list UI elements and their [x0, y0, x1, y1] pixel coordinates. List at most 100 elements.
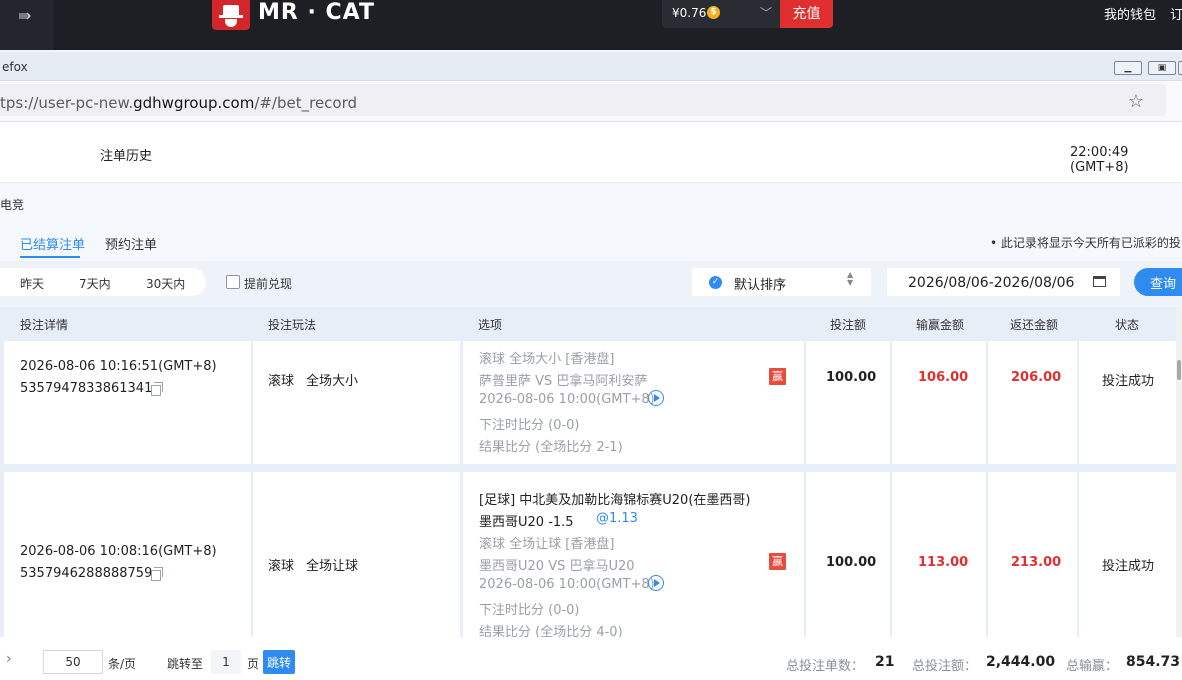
collapse-menu-icon[interactable]: ⇛	[18, 6, 31, 25]
stake-amount: 100.00	[826, 370, 877, 385]
play-market: 全场大小	[306, 374, 359, 389]
play-market: 全场让球	[306, 559, 359, 574]
records-notice: • 此记录将显示今天所有已派彩的投	[990, 236, 1181, 250]
col-play: 投注玩法	[268, 318, 317, 332]
stake-amount: 100.00	[826, 555, 877, 570]
bet-time: 2026-08-06 10:08:16(GMT+8)	[20, 544, 217, 559]
brand-logo-icon	[212, 0, 250, 30]
total-stake-value: 2,444.00	[986, 654, 1056, 670]
option-pick: 墨西哥U20 -1.5	[479, 515, 574, 530]
page-unit-label: 页	[247, 657, 260, 671]
col-winloss: 输赢金额	[916, 318, 965, 332]
query-button[interactable]: 查询	[1134, 268, 1182, 296]
wallet-link[interactable]: 我的钱包	[1104, 4, 1156, 23]
col-options: 选项	[478, 318, 503, 332]
tab-settled-bets[interactable]: 已结算注单	[20, 234, 85, 253]
bookmark-star-icon[interactable]: ☆	[1128, 91, 1144, 112]
copy-icon[interactable]	[151, 382, 163, 396]
active-tab-underline	[20, 256, 80, 258]
col-refund: 返还金额	[1010, 318, 1059, 332]
per-page-label: 条/页	[108, 657, 137, 671]
order-number: 5357946288888759	[20, 566, 153, 581]
sort-select[interactable]: ✓ 默认排序 ▲ ▼	[692, 268, 871, 296]
goto-page-input[interactable]: 1	[211, 650, 241, 674]
recharge-button[interactable]: 充值	[780, 0, 833, 28]
sort-arrows-icon: ▲ ▼	[847, 270, 854, 287]
page-header: 注单历史 22:00:49 (GMT+8)	[0, 122, 1182, 183]
table-scrollbar[interactable]	[1176, 307, 1182, 637]
total-winloss-value: 854.73	[1126, 654, 1181, 670]
bet-status: 投注成功	[1102, 559, 1155, 574]
minimize-button[interactable]: ▁	[1114, 61, 1142, 75]
balance-dropdown[interactable]: ¥0.76 $ ﹀	[662, 0, 780, 28]
brand-name: MR · CAT	[258, 0, 375, 25]
chevron-down-icon: ﹀	[760, 6, 773, 20]
option-teams: 墨西哥U20 VS 巴拿马U20	[479, 559, 635, 574]
goto-label: 跳转至	[167, 657, 204, 671]
option-odds: @1.13	[596, 511, 638, 526]
scrollbar-thumb[interactable]	[1177, 360, 1181, 380]
browser-window-title: efox	[2, 60, 28, 74]
chevron-right-icon[interactable]: ›	[6, 651, 12, 667]
play-video-icon[interactable]	[648, 575, 664, 591]
total-count-value: 21	[875, 654, 895, 670]
play-video-icon[interactable]	[648, 390, 664, 406]
minimize-icon: ▁	[1124, 63, 1132, 73]
play-type: 滚球	[268, 559, 295, 574]
total-count-label: 总投注单数：	[786, 659, 865, 674]
bet-time: 2026-08-06 10:16:51(GMT+8)	[20, 359, 217, 374]
server-clock: 22:00:49 (GMT+8)	[1070, 145, 1129, 175]
total-winloss-label: 总输赢：	[1066, 659, 1119, 674]
range-30-days[interactable]: 30天内	[146, 275, 185, 292]
bet-status: 投注成功	[1102, 374, 1155, 389]
restore-button[interactable]: ▣	[1148, 61, 1176, 75]
sort-label: 默认排序	[734, 278, 787, 293]
option-league: [足球] 中北美及加勒比海锦标赛U20(在墨西哥)	[479, 493, 751, 508]
option-teams: 萨普里萨 VS 巴拿马阿利安萨	[479, 374, 648, 389]
winloss-amount: 113.00	[918, 555, 969, 570]
date-range-picker[interactable]: 2026/08/06-2026/08/06	[887, 268, 1120, 296]
range-yesterday[interactable]: 昨天	[20, 275, 44, 292]
total-stake-label: 总投注额：	[912, 659, 978, 674]
address-field[interactable]: tps://user-pc-new.gdhwgroup.com/#/bet_re…	[0, 84, 1166, 116]
early-cashout-label[interactable]: 提前兑现	[244, 275, 292, 292]
col-stake: 投注额	[830, 318, 867, 332]
category-esports[interactable]: 电竞	[0, 196, 24, 213]
col-status: 状态	[1115, 318, 1140, 332]
option-score-at-bet: 下注时比分 (0-0)	[479, 418, 580, 433]
range-7-days[interactable]: 7天内	[79, 275, 111, 292]
refund-amount: 206.00	[1011, 370, 1062, 385]
early-cashout-checkbox[interactable]	[226, 275, 240, 289]
option-market: 滚球 全场大小 [香港盘]	[479, 352, 615, 367]
col-detail: 投注详情	[20, 318, 69, 332]
table-header	[0, 307, 1176, 341]
balance-amount: ¥0.76	[672, 6, 707, 20]
browser-titlebar: efox ▁ ▣	[0, 52, 1182, 81]
option-match-time: 2026-08-06 10:00(GMT+8)	[479, 577, 655, 592]
order-number: 5357947833861341	[20, 381, 153, 396]
copy-icon[interactable]	[151, 567, 163, 581]
option-match-time: 2026-08-06 10:00(GMT+8)	[479, 392, 655, 407]
tab-reserved-bets[interactable]: 预约注单	[105, 234, 157, 253]
check-circle-icon: ✓	[709, 276, 722, 289]
orders-link[interactable]: 订	[1170, 4, 1182, 23]
date-range-value: 2026/08/06-2026/08/06	[908, 275, 1075, 291]
page-size-select[interactable]: 50	[43, 650, 103, 674]
win-badge: 赢	[769, 553, 786, 570]
jump-button[interactable]: 跳转	[263, 650, 295, 674]
page-title: 注单历史	[100, 149, 153, 164]
browser-url-bar: tps://user-pc-new.gdhwgroup.com/#/bet_re…	[0, 81, 1182, 122]
win-badge: 赢	[769, 368, 786, 385]
calendar-icon	[1093, 276, 1106, 287]
option-market: 滚球 全场让球 [香港盘]	[479, 537, 615, 552]
refund-amount: 213.00	[1011, 555, 1062, 570]
coin-icon: $	[707, 6, 720, 19]
top-app-bar	[0, 0, 1182, 50]
option-score-at-bet: 下注时比分 (0-0)	[479, 603, 580, 618]
option-result: 结果比分 (全场比分 2-1)	[479, 440, 623, 455]
address-text[interactable]: tps://user-pc-new.gdhwgroup.com/#/bet_re…	[0, 94, 357, 112]
close-window-button[interactable]	[1178, 61, 1182, 75]
play-type: 滚球	[268, 374, 295, 389]
restore-icon: ▣	[1157, 63, 1167, 73]
winloss-amount: 106.00	[918, 370, 969, 385]
